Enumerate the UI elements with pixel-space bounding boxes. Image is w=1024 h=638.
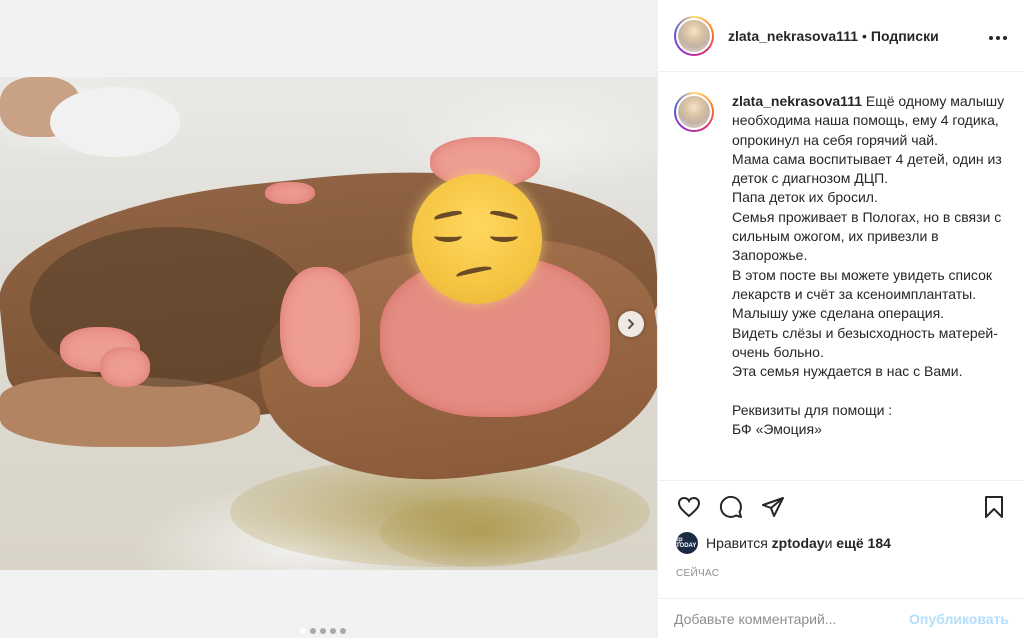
header-separator: • xyxy=(862,27,867,44)
photo-stain xyxy=(380,497,580,567)
likes-prefix: Нравится xyxy=(706,535,768,551)
carousel-dot[interactable] xyxy=(340,628,346,634)
caption-body: Ещё одному малышу необходима наша помощь… xyxy=(732,93,1005,438)
publish-button[interactable]: Опубликовать xyxy=(909,611,1009,627)
caption-username[interactable]: zlata_nekrasova111 xyxy=(732,93,862,109)
post-photo[interactable] xyxy=(0,77,657,570)
photo-burn xyxy=(280,267,360,387)
bookmark-icon xyxy=(985,495,1003,518)
photo-bandage xyxy=(50,87,180,157)
like-button[interactable] xyxy=(672,490,706,524)
carousel-dots xyxy=(300,628,346,634)
photo-arm xyxy=(0,377,260,447)
liker-avatar[interactable]: zp TODAY xyxy=(676,532,698,554)
author-username[interactable]: zlata_nekrasova111 xyxy=(728,28,858,44)
caption-text-block: zlata_nekrasova111 Ещё одному малышу нео… xyxy=(732,92,1017,480)
photo-burn xyxy=(100,347,150,387)
likes-count[interactable]: ещё 184 xyxy=(836,535,891,551)
carousel-dot[interactable] xyxy=(320,628,326,634)
likes-middle: и xyxy=(824,535,833,551)
comment-bar: Опубликовать xyxy=(658,598,1024,638)
carousel-next-button[interactable] xyxy=(618,311,644,337)
following-button[interactable]: Подписки xyxy=(871,28,939,44)
liker-username[interactable]: zptoday xyxy=(772,535,825,551)
media-pane xyxy=(0,0,657,638)
carousel-dot[interactable] xyxy=(330,628,336,634)
author-avatar[interactable] xyxy=(674,15,714,56)
post-sidebar: zlata_nekrasova111 • Подписки zlata_nekr… xyxy=(657,0,1024,638)
emoji-eye xyxy=(434,230,462,242)
caption-avatar[interactable] xyxy=(674,92,714,132)
emoji-brow xyxy=(489,209,519,221)
chevron-right-icon xyxy=(628,319,634,329)
more-options-icon[interactable] xyxy=(988,25,1008,46)
emoji-brow xyxy=(433,209,463,221)
likes-line: zp TODAY Нравится zptoday и ещё 184 xyxy=(676,532,891,554)
save-button[interactable] xyxy=(977,490,1011,524)
share-icon xyxy=(762,496,784,517)
post-header: zlata_nekrasova111 • Подписки xyxy=(658,0,1024,72)
carousel-dot[interactable] xyxy=(310,628,316,634)
caption-avatar-image xyxy=(676,94,712,130)
emoji-mouth xyxy=(455,264,493,280)
author-avatar-image xyxy=(676,17,712,54)
sad-face-emoji-icon xyxy=(412,174,542,304)
action-bar xyxy=(658,480,1024,532)
post-timestamp[interactable]: СЕЙЧАС xyxy=(676,568,719,579)
share-button[interactable] xyxy=(756,490,790,524)
carousel-dot[interactable] xyxy=(300,628,306,634)
emoji-eye xyxy=(490,230,518,242)
heart-icon xyxy=(677,496,701,517)
comment-input[interactable] xyxy=(674,610,910,627)
photo-burn xyxy=(265,182,315,204)
comment-button[interactable] xyxy=(714,490,748,524)
caption-area: zlata_nekrasova111 Ещё одному малышу нео… xyxy=(674,92,1017,480)
comment-icon xyxy=(719,495,742,518)
